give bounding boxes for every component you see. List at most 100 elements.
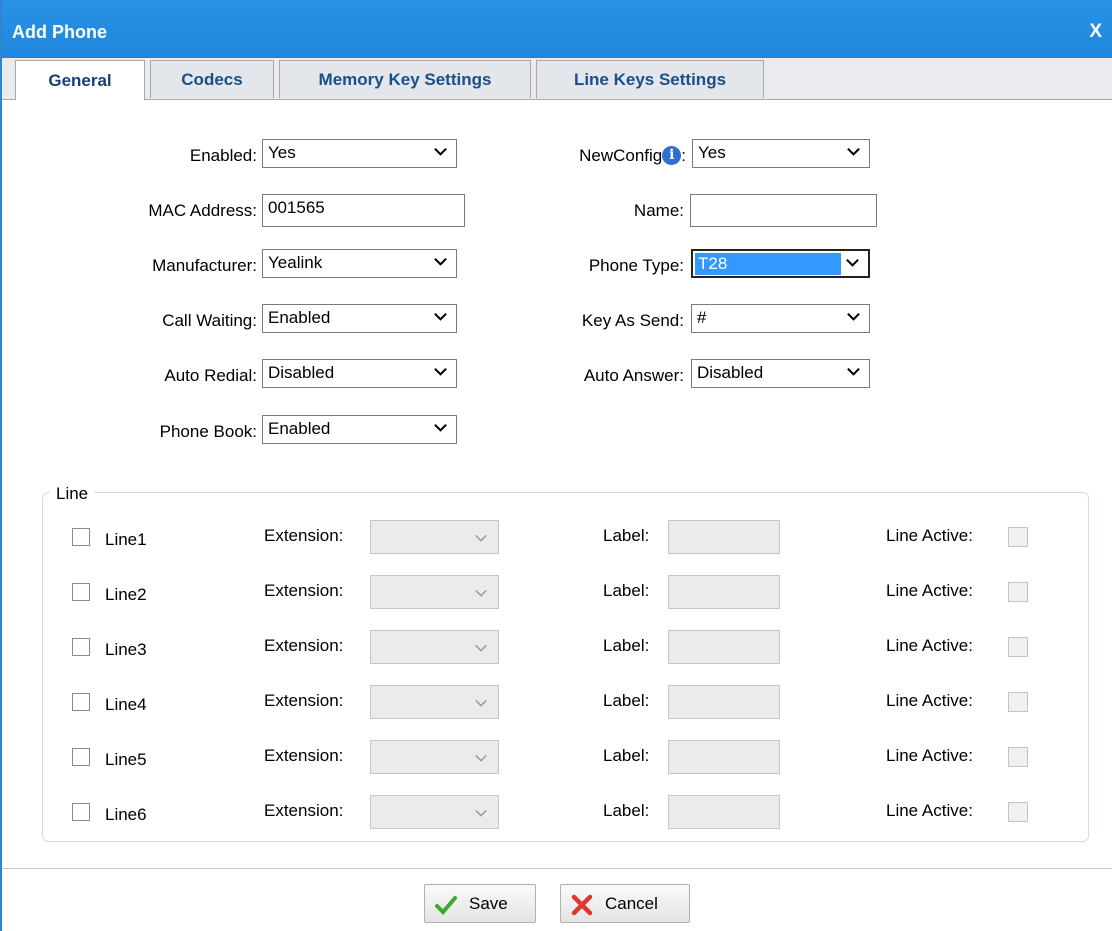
call-waiting-select[interactable]: Enabled	[262, 304, 457, 333]
phone-type-label: Phone Type:	[588, 256, 684, 275]
label-label: Label:	[603, 691, 650, 710]
chevron-down-icon	[475, 534, 487, 542]
auto-redial-select[interactable]: Disabled	[262, 359, 457, 388]
cancel-button[interactable]: Cancel	[560, 884, 690, 923]
tab-general[interactable]: General	[15, 60, 145, 100]
line-active-label: Line Active:	[886, 636, 973, 655]
tab-bar: General Codecs Memory Key Settings Line …	[2, 58, 1112, 100]
label-field	[668, 520, 780, 554]
save-label: Save	[469, 894, 508, 913]
tab-memory-key-settings[interactable]: Memory Key Settings	[279, 60, 531, 98]
extension-select	[370, 575, 499, 609]
label-field	[668, 685, 780, 719]
phone-book-value: Enabled	[268, 419, 331, 438]
mac-address-label: MAC Address:	[148, 201, 257, 220]
line-active-checkbox	[1008, 582, 1028, 602]
line-name: Line1	[105, 530, 147, 549]
key-as-send-label: Key As Send:	[581, 311, 684, 330]
chevron-down-icon	[475, 699, 487, 707]
label-field	[668, 575, 780, 609]
chevron-down-icon	[434, 312, 447, 321]
phone-book-label: Phone Book:	[159, 422, 257, 441]
dialog-titlebar[interactable]: Add Phone X	[2, 0, 1112, 58]
auto-answer-select[interactable]: Disabled	[691, 359, 870, 388]
line-checkbox[interactable]	[72, 803, 90, 821]
checkmark-icon	[435, 896, 457, 915]
mac-address-field[interactable]: 001565	[262, 194, 465, 227]
chevron-down-icon	[475, 809, 487, 817]
line-active-label: Line Active:	[886, 581, 973, 600]
extension-select	[370, 740, 499, 774]
line-checkbox[interactable]	[72, 748, 90, 766]
chevron-down-icon	[475, 754, 487, 762]
label-field	[668, 630, 780, 664]
extension-label: Extension:	[264, 746, 344, 765]
chevron-down-icon	[847, 312, 860, 321]
extension-label: Extension:	[264, 801, 344, 820]
line-checkbox[interactable]	[72, 693, 90, 711]
newconfig-label-text: NewConfig	[579, 146, 663, 165]
line-name: Line3	[105, 640, 147, 659]
auto-redial-value: Disabled	[268, 363, 335, 382]
chevron-down-icon	[434, 257, 447, 266]
auto-answer-value: Disabled	[697, 363, 764, 382]
extension-label: Extension:	[264, 691, 344, 710]
manufacturer-value: Yealink	[268, 253, 323, 272]
chevron-down-icon	[475, 589, 487, 597]
label-field	[668, 795, 780, 829]
info-icon[interactable]: i	[662, 146, 682, 165]
chevron-down-icon	[475, 644, 487, 652]
phone-book-select[interactable]: Enabled	[262, 415, 457, 444]
enabled-label: Enabled:	[189, 146, 257, 165]
call-waiting-label: Call Waiting:	[162, 311, 257, 330]
line-name: Line6	[105, 805, 147, 824]
phone-type-select[interactable]: T28	[691, 249, 870, 278]
line-active-checkbox	[1008, 747, 1028, 767]
extension-select	[370, 630, 499, 664]
x-icon	[571, 894, 593, 916]
line-active-label: Line Active:	[886, 746, 973, 765]
line-name: Line2	[105, 585, 147, 604]
chevron-down-icon	[434, 423, 447, 432]
newconfig-label-colon: :	[681, 146, 686, 165]
chevron-down-icon	[434, 147, 447, 156]
line-name: Line4	[105, 695, 147, 714]
extension-label: Extension:	[264, 636, 344, 655]
line-checkbox[interactable]	[72, 528, 90, 546]
close-button[interactable]: X	[1089, 21, 1102, 43]
key-as-send-select[interactable]: #	[691, 304, 870, 333]
label-label: Label:	[603, 581, 650, 600]
label-label: Label:	[603, 746, 650, 765]
call-waiting-value: Enabled	[268, 308, 331, 327]
extension-label: Extension:	[264, 581, 344, 600]
line-active-label: Line Active:	[886, 801, 973, 820]
key-as-send-value: #	[697, 308, 707, 327]
enabled-select[interactable]: Yes	[262, 139, 457, 168]
manufacturer-select[interactable]: Yealink	[262, 249, 457, 278]
cancel-label: Cancel	[605, 894, 658, 913]
line-checkbox[interactable]	[72, 638, 90, 656]
line-active-label: Line Active:	[886, 691, 973, 710]
name-field[interactable]	[690, 194, 877, 227]
name-label: Name:	[633, 201, 684, 220]
chevron-down-icon	[847, 367, 860, 376]
line-active-checkbox	[1008, 692, 1028, 712]
label-label: Label:	[603, 801, 650, 820]
save-button[interactable]: Save	[424, 884, 536, 923]
tab-line-keys-settings[interactable]: Line Keys Settings	[536, 60, 764, 98]
line-active-checkbox	[1008, 527, 1028, 547]
footer-divider	[2, 868, 1112, 869]
auto-redial-label: Auto Redial:	[164, 366, 257, 385]
newconfig-select[interactable]: Yes	[692, 139, 870, 168]
extension-label: Extension:	[264, 526, 344, 545]
phone-type-value: T28	[695, 253, 841, 275]
line-legend: Line	[50, 484, 95, 504]
chevron-down-icon	[846, 258, 859, 267]
add-phone-dialog: Add Phone X General Codecs Memory Key Se…	[0, 0, 1112, 931]
chevron-down-icon	[847, 147, 860, 156]
line-checkbox[interactable]	[72, 583, 90, 601]
extension-select	[370, 685, 499, 719]
label-field	[668, 740, 780, 774]
tab-codecs[interactable]: Codecs	[150, 60, 274, 98]
line-name: Line5	[105, 750, 147, 769]
